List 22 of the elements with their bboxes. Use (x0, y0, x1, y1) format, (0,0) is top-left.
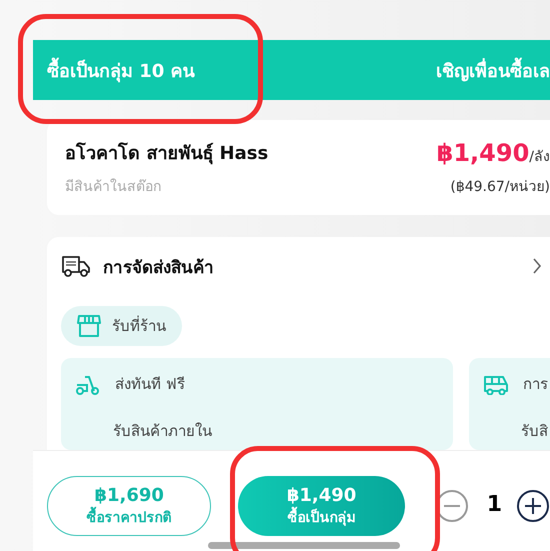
store-icon (76, 314, 102, 338)
truck-icon (61, 254, 91, 278)
banner-title: ซื้อเป็นกลุ่ม 10 คน (47, 56, 195, 84)
option-note: รับสินค้าภายใน (113, 422, 213, 440)
price-unit: /ลัง (529, 148, 550, 166)
quantity-value: 1 (486, 492, 502, 517)
plus-icon[interactable] (516, 489, 550, 523)
product-name: อโวคาโด สายพันธุ์ Hass (65, 141, 268, 166)
delivery-option[interactable]: ส่งทันที ฟรี รับสินค้าภายใน (61, 358, 453, 450)
pickup-tag[interactable]: รับที่ร้าน (61, 306, 182, 346)
option-name: ส่งทันที ฟรี (115, 374, 185, 395)
pickup-label: รับที่ร้าน (112, 314, 166, 337)
scooter-icon (75, 373, 101, 395)
van-icon (483, 373, 509, 395)
option-note: รับสิ (521, 422, 549, 440)
delivery-option[interactable]: การ รับสิ (469, 358, 550, 450)
unit-price: (฿49.67/หน่วย) (450, 178, 550, 196)
delivery-title: การจัดส่งสินค้า (103, 256, 215, 280)
product-price: ฿1,490 (436, 138, 530, 166)
chevron-right-icon (532, 257, 542, 275)
stock-status: มีสินค้าในสต๊อก (65, 178, 162, 197)
option-name: การ (523, 374, 548, 395)
